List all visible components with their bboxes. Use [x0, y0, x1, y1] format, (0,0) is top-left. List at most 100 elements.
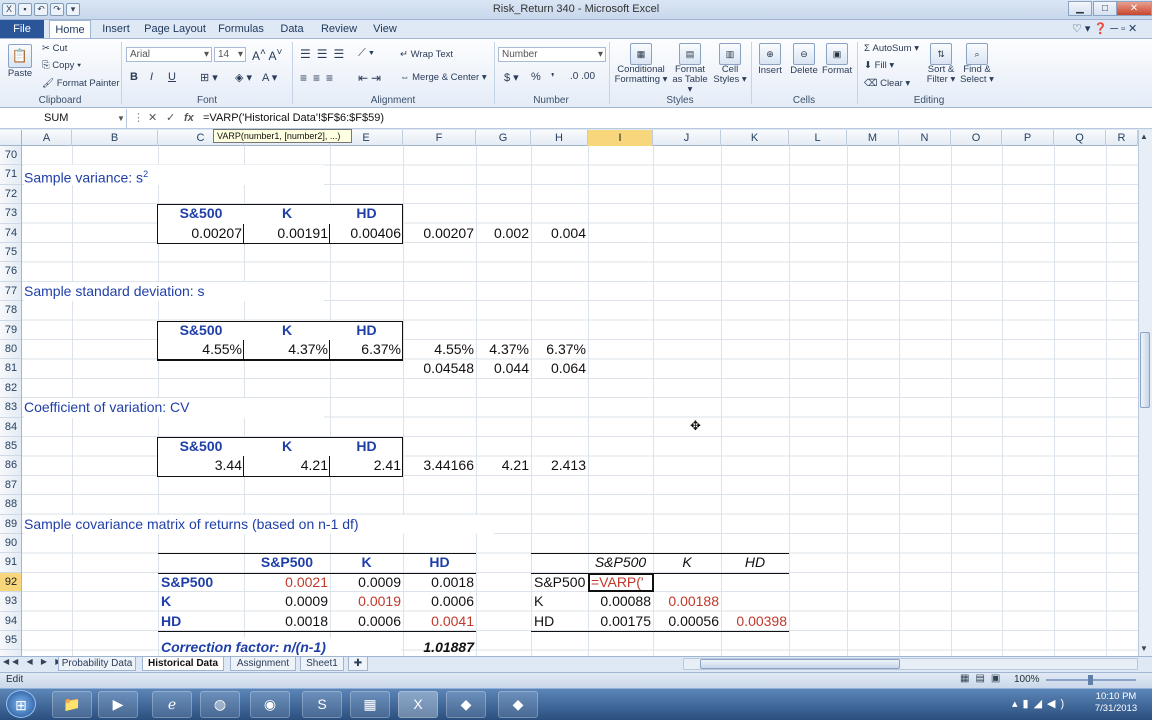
- column-header[interactable]: H: [531, 130, 588, 146]
- row-header[interactable]: 77: [0, 282, 21, 302]
- column-header[interactable]: K: [721, 130, 789, 146]
- undo-icon[interactable]: ↶: [34, 3, 48, 16]
- vertical-scroll-thumb[interactable]: [1140, 332, 1150, 408]
- format-painter-button[interactable]: 🖌 Format Painter: [42, 78, 120, 89]
- column-header[interactable]: N: [899, 130, 951, 146]
- paste-button[interactable]: 📋 Paste: [6, 44, 34, 79]
- horizontal-align-buttons[interactable]: ≡≡≡: [300, 71, 339, 85]
- row-header[interactable]: 89: [0, 515, 21, 534]
- column-header-selected[interactable]: I: [588, 130, 653, 146]
- redo-icon[interactable]: ↷: [50, 3, 64, 16]
- column-header[interactable]: R: [1106, 130, 1138, 146]
- cancel-entry-icon[interactable]: ✕: [148, 109, 157, 128]
- orientation-button[interactable]: ⟋ ▾: [358, 47, 374, 60]
- row-header[interactable]: 71: [0, 165, 21, 185]
- tab-page-layout[interactable]: Page Layout: [143, 20, 207, 39]
- start-button-icon[interactable]: ⊞: [6, 690, 36, 718]
- excel-icon[interactable]: X: [2, 3, 16, 16]
- column-header[interactable]: G: [476, 130, 531, 146]
- row-header[interactable]: 90: [0, 534, 21, 554]
- row-header[interactable]: 87: [0, 476, 21, 496]
- currency-button[interactable]: $ ▾: [504, 71, 519, 84]
- find-select-button[interactable]: ⌕ Find & Select ▾: [960, 43, 994, 85]
- clear-button[interactable]: ⌫ Clear ▾: [864, 78, 910, 89]
- app-taskbar-icon[interactable]: ◆: [498, 691, 538, 718]
- formula-input[interactable]: =VARP('Historical Data'!$F$6:$F$59): [203, 109, 384, 128]
- row-header-selected[interactable]: 92: [0, 572, 21, 593]
- row-header[interactable]: 76: [0, 262, 21, 282]
- sheet-tab-probability-data[interactable]: Probability Data: [58, 657, 136, 671]
- column-header[interactable]: J: [653, 130, 721, 146]
- row-header[interactable]: 75: [0, 243, 21, 263]
- row-header[interactable]: 79: [0, 321, 21, 340]
- comma-button[interactable]: ❜: [551, 71, 555, 84]
- row-header[interactable]: 70: [0, 146, 21, 166]
- insert-cells-button[interactable]: ⊕ Insert: [756, 43, 784, 76]
- row-header[interactable]: 91: [0, 553, 21, 573]
- underline-button[interactable]: U: [168, 71, 176, 83]
- indent-buttons[interactable]: ⇤⇥: [358, 71, 384, 85]
- column-header[interactable]: O: [951, 130, 1002, 146]
- column-header[interactable]: L: [789, 130, 847, 146]
- copy-button[interactable]: ⎘ Copy ▾: [42, 60, 81, 71]
- new-sheet-icon[interactable]: ✚: [348, 657, 368, 671]
- italic-button[interactable]: I: [150, 71, 153, 83]
- system-tray-icons[interactable]: ▴▮◢◀): [1012, 697, 1069, 710]
- scroll-down-arrow-icon[interactable]: ▼: [1140, 644, 1148, 653]
- confirm-entry-icon[interactable]: ✓: [166, 109, 175, 128]
- formula-options-icon[interactable]: ⋮: [133, 109, 144, 128]
- fill-color-button[interactable]: ◈ ▾: [235, 71, 252, 84]
- firefox-taskbar-icon[interactable]: ◍: [200, 691, 240, 718]
- bold-button[interactable]: B: [130, 71, 138, 83]
- vertical-align-buttons[interactable]: ☰☰☰: [300, 47, 350, 61]
- name-box-dropdown-icon[interactable]: ▼: [117, 114, 125, 123]
- cell-styles-button[interactable]: ▥ Cell Styles ▾: [712, 43, 748, 85]
- ribbon-help-controls[interactable]: ♡ ▾ ❓ ─ ▫ ✕: [1072, 22, 1137, 35]
- horizontal-scroll-thumb[interactable]: [700, 659, 900, 669]
- row-header[interactable]: 94: [0, 612, 21, 631]
- tab-formulas[interactable]: Formulas: [216, 20, 266, 39]
- row-header[interactable]: 93: [0, 592, 21, 612]
- save-icon[interactable]: ▪: [18, 3, 32, 16]
- close-button[interactable]: ✕: [1116, 1, 1152, 16]
- chrome-taskbar-icon[interactable]: ◉: [250, 691, 290, 718]
- row-header[interactable]: 83: [0, 398, 21, 418]
- explorer-taskbar-icon[interactable]: 📁: [52, 691, 92, 718]
- view-buttons[interactable]: ▦▤▣: [960, 673, 1006, 684]
- column-header[interactable]: A: [22, 130, 72, 146]
- fill-button[interactable]: ⬇ Fill ▾: [864, 60, 894, 71]
- tab-home[interactable]: Home: [49, 20, 91, 39]
- borders-button[interactable]: ⊞ ▾: [200, 71, 218, 84]
- wrap-text-button[interactable]: ↵ Wrap Text: [400, 49, 453, 60]
- font-color-button[interactable]: A ▾: [262, 71, 277, 84]
- zoom-slider-thumb[interactable]: [1088, 675, 1093, 685]
- sheet-tab-assignment[interactable]: Assignment: [230, 657, 296, 671]
- number-format-select[interactable]: Number ▾: [498, 47, 606, 62]
- format-as-table-button[interactable]: ▤ Format as Table ▾: [670, 43, 710, 95]
- row-header[interactable]: 81: [0, 359, 21, 379]
- tab-insert[interactable]: Insert: [97, 20, 135, 39]
- select-all-button[interactable]: [0, 130, 22, 146]
- scroll-up-arrow-icon[interactable]: ▲: [1140, 132, 1148, 141]
- row-header[interactable]: 82: [0, 379, 21, 399]
- row-header[interactable]: 78: [0, 301, 21, 321]
- ie-taskbar-icon[interactable]: ℯ: [152, 691, 192, 718]
- font-size-select[interactable]: 14 ▾: [214, 47, 246, 62]
- merge-center-button[interactable]: ⇔ Merge & Center ▾: [400, 72, 487, 83]
- worksheet-grid[interactable]: Sample variance: s2 S&500 K HD 0.00207 0…: [22, 146, 1138, 656]
- font-grow-shrink-buttons[interactable]: A˄ A˅: [252, 47, 282, 63]
- insert-function-icon[interactable]: fx: [184, 109, 194, 128]
- tab-view[interactable]: View: [368, 20, 402, 39]
- calculator-taskbar-icon[interactable]: ▦: [350, 691, 390, 718]
- tab-data[interactable]: Data: [274, 20, 310, 39]
- maximize-button[interactable]: □: [1093, 1, 1117, 16]
- font-name-select[interactable]: Arial ▾: [126, 47, 212, 62]
- zoom-level[interactable]: 100%: [1014, 674, 1040, 685]
- customize-icon[interactable]: ▾: [66, 3, 80, 16]
- conditional-formatting-button[interactable]: ▦ Conditional Formatting ▾: [614, 43, 668, 85]
- minimize-button[interactable]: ▁: [1068, 1, 1092, 16]
- app-taskbar-icon[interactable]: ◆: [446, 691, 486, 718]
- media-player-taskbar-icon[interactable]: ▶: [98, 691, 138, 718]
- row-header[interactable]: 73: [0, 204, 21, 224]
- tab-review[interactable]: Review: [318, 20, 360, 39]
